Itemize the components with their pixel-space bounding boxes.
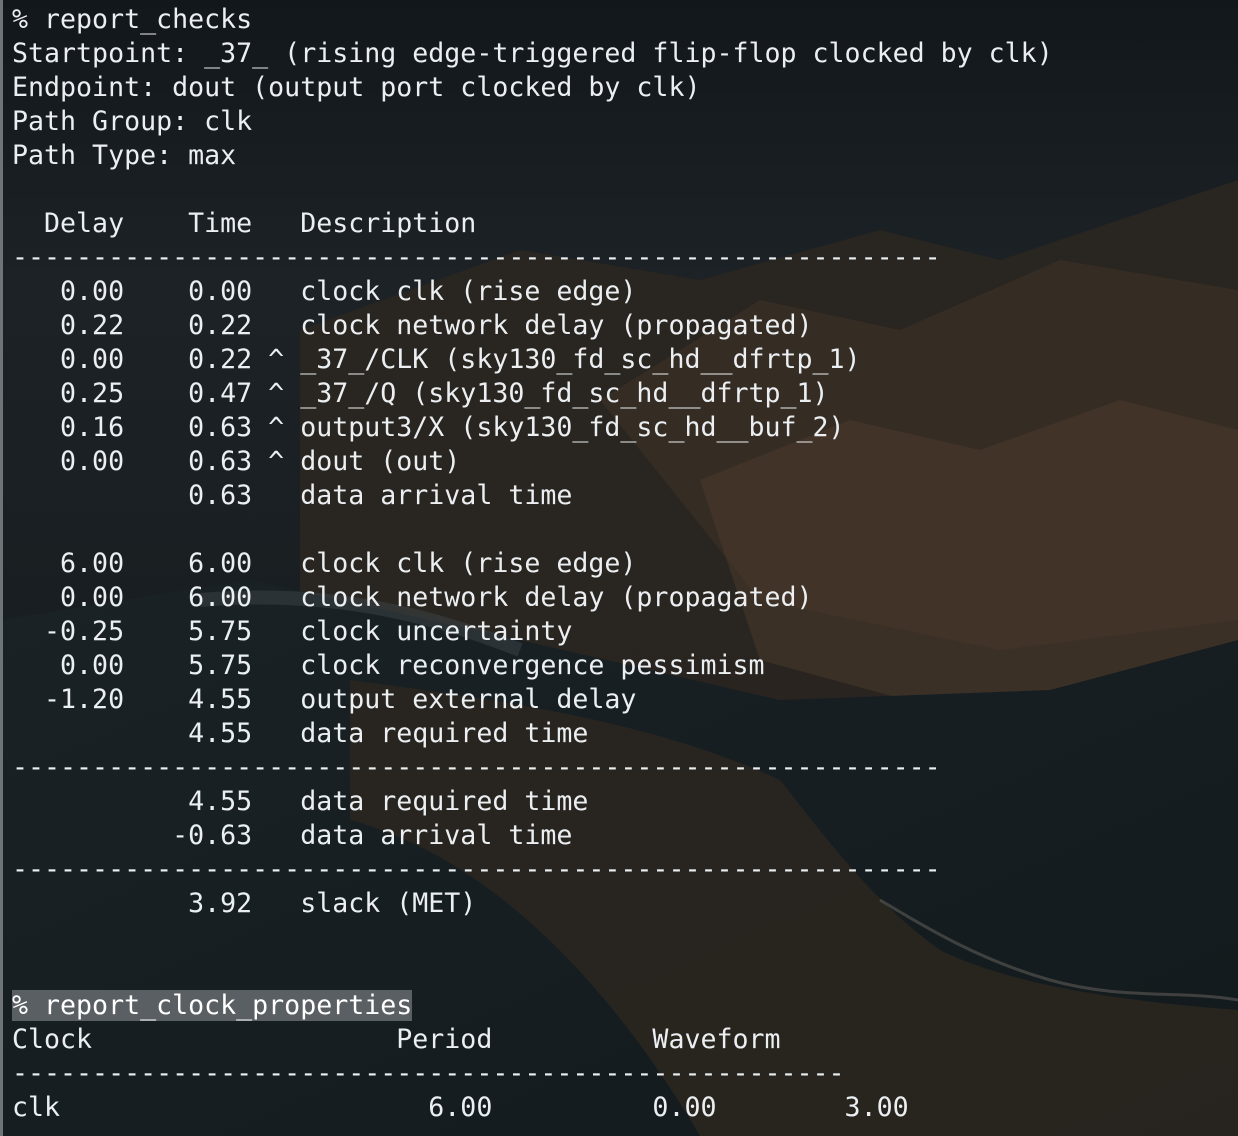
terminal-line: Clock Period Waveform [12,1024,781,1055]
terminal-line: 0.00 6.00 clock network delay (propagate… [12,582,813,613]
terminal-line: ----------------------------------------… [12,854,941,885]
terminal-line: -1.20 4.55 output external delay [12,684,637,715]
terminal-line: 0.63 data arrival time [12,480,573,511]
terminal-line: Startpoint: _37_ (rising edge-triggered … [12,38,1053,69]
terminal-line: 0.22 0.22 clock network delay (propagate… [12,310,813,341]
terminal-line: Path Type: max [12,140,237,171]
terminal-line: ----------------------------------------… [12,242,941,273]
terminal-line: 0.16 0.63 ^ output3/X (sky130_fd_sc_hd__… [12,412,845,443]
terminal-line: 0.00 0.22 ^ _37_/CLK (sky130_fd_sc_hd__d… [12,344,861,375]
terminal-line: Path Group: clk [12,106,253,137]
terminal-line: -0.25 5.75 clock uncertainty [12,616,573,647]
terminal-line: ----------------------------------------… [12,1058,845,1089]
terminal-line: Delay Time Description [12,208,477,239]
terminal-line: % report_checks [12,4,253,35]
terminal-line: 0.00 0.63 ^ dout (out) [12,446,461,477]
terminal-line: 4.55 data required time [12,786,589,817]
terminal-line: clk 6.00 0.00 3.00 [12,1092,909,1123]
terminal-line: 3.92 slack (MET) [12,888,477,919]
terminal-line: 0.00 0.00 clock clk (rise edge) [12,276,637,307]
selected-command-text[interactable]: % report_clock_properties [12,990,413,1021]
terminal-output[interactable]: % report_checks Startpoint: _37_ (rising … [0,0,1238,1136]
terminal-line: % report_clock_properties [12,989,1238,1023]
terminal-line: 4.55 data required time [12,718,589,749]
terminal-line: ----------------------------------------… [12,752,941,783]
terminal-line: 0.25 0.47 ^ _37_/Q (sky130_fd_sc_hd__dfr… [12,378,829,409]
terminal-line: 0.00 5.75 clock reconvergence pessimism [12,650,765,681]
terminal-line: 6.00 6.00 clock clk (rise edge) [12,548,637,579]
terminal-line: -0.63 data arrival time [12,820,573,851]
terminal-line: Endpoint: dout (output port clocked by c… [12,72,701,103]
